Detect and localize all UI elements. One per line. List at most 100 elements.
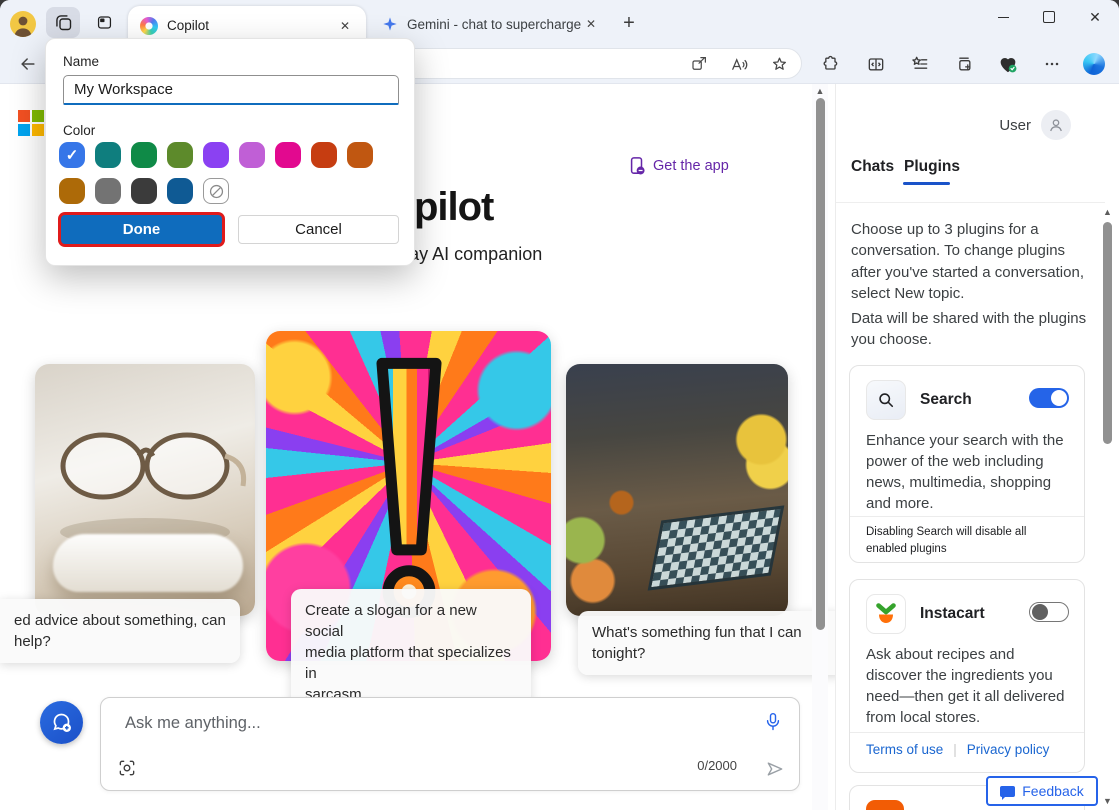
minimize-button[interactable] [982, 2, 1024, 32]
cancel-button[interactable]: Cancel [238, 215, 399, 244]
link-separator: | [953, 742, 957, 757]
visual-search-icon [117, 758, 137, 778]
color-swatch[interactable] [311, 142, 337, 168]
color-swatch[interactable] [167, 142, 193, 168]
user-account[interactable]: User [999, 110, 1071, 140]
color-swatch-selected[interactable]: ✓ [59, 142, 85, 168]
user-label: User [999, 117, 1031, 134]
plugin-description: Ask about recipes and discover the ingre… [866, 644, 1070, 728]
color-swatch[interactable] [131, 178, 157, 204]
active-tab-indicator [903, 182, 950, 185]
copilot-icon [1083, 53, 1105, 75]
mouse-object [53, 534, 243, 592]
workspaces-icon [53, 12, 74, 33]
person-icon [1047, 116, 1065, 134]
tab-close-icon[interactable]: ✕ [582, 15, 600, 33]
tab-actions-button[interactable] [90, 9, 118, 36]
favorite-button[interactable] [767, 52, 791, 76]
kayak-icon: K [866, 800, 904, 810]
maximize-button[interactable] [1028, 2, 1070, 32]
read-aloud-button[interactable] [727, 52, 751, 76]
workspace-edit-popup: Name Color ✓ Done Cancel [45, 38, 415, 266]
scroll-up-icon[interactable]: ▲ [816, 86, 825, 96]
char-counter: 0/2000 [697, 758, 737, 773]
terms-of-use-link[interactable]: Terms of use [866, 742, 943, 757]
split-screen-button[interactable] [864, 52, 888, 76]
toggle-knob [1032, 604, 1048, 620]
new-tab-button[interactable]: + [616, 10, 642, 36]
collections-button[interactable] [952, 52, 976, 76]
panel-scrollbar[interactable]: ▲ ▼ [1100, 204, 1115, 810]
color-swatch[interactable] [347, 142, 373, 168]
tab-chats[interactable]: Chats [851, 158, 894, 176]
instacart-plugin-icon-box [866, 594, 906, 634]
feedback-button[interactable]: Feedback [986, 776, 1098, 806]
workspace-name-input[interactable] [63, 75, 399, 105]
tab-close-icon[interactable]: ✕ [336, 17, 354, 35]
get-the-app-link[interactable]: Get the app [628, 156, 729, 176]
gemini-favicon [382, 16, 398, 32]
tab-title: Gemini - chat to supercharge yo [407, 17, 582, 32]
workspaces-button[interactable] [46, 7, 80, 38]
plugin-card-instacart: Instacart Ask about recipes and discover… [849, 579, 1085, 773]
main-scrollbar[interactable]: ▲ [812, 84, 828, 810]
color-swatch[interactable] [203, 142, 229, 168]
color-swatch[interactable] [95, 178, 121, 204]
copilot-sidebar-button[interactable] [1082, 52, 1106, 76]
prompt-card-image[interactable] [566, 364, 788, 616]
no-color-swatch[interactable] [203, 178, 229, 204]
feedback-label: Feedback [1022, 783, 1083, 799]
back-button[interactable] [16, 52, 40, 76]
feedback-bubble-icon [1000, 786, 1015, 797]
color-row-1: ✓ [59, 142, 373, 168]
color-swatch[interactable] [239, 142, 265, 168]
plugin-card-search: Search Enhance your search with the powe… [849, 365, 1085, 563]
prompt-card-image[interactable] [35, 364, 255, 616]
prompt-card-text[interactable]: What's something fun that I can tonight? [578, 611, 835, 675]
instacart-toggle[interactable] [1029, 602, 1069, 622]
search-toggle[interactable] [1029, 388, 1069, 408]
tab-actions-icon [95, 13, 114, 32]
user-avatar[interactable] [1041, 110, 1071, 140]
color-swatch[interactable] [95, 142, 121, 168]
color-swatch[interactable] [167, 178, 193, 204]
new-topic-button[interactable] [40, 701, 83, 744]
toggle-knob [1051, 390, 1067, 406]
extensions-button[interactable] [818, 52, 842, 76]
done-button[interactable]: Done [61, 215, 222, 244]
tab-gemini[interactable]: Gemini - chat to supercharge yo ✕ [374, 9, 608, 39]
send-button[interactable] [765, 759, 785, 779]
divider [850, 732, 1084, 733]
color-swatch[interactable] [131, 142, 157, 168]
back-icon [18, 54, 38, 74]
chat-input-box[interactable]: 0/2000 [100, 697, 800, 791]
favorites-list-button[interactable] [908, 52, 932, 76]
share-button[interactable] [687, 52, 711, 76]
privacy-policy-link[interactable]: Privacy policy [967, 742, 1050, 757]
kayak-plugin-icon-box: K [866, 800, 904, 810]
plugins-data-note: Data will be shared with the plugins you… [851, 308, 1091, 351]
close-button[interactable]: ✕ [1074, 2, 1116, 32]
profile-avatar[interactable] [10, 11, 36, 37]
search-plugin-icon-box [866, 380, 906, 420]
scrollbar-thumb[interactable] [1103, 222, 1112, 444]
browser-essentials-button[interactable] [996, 52, 1020, 76]
prompt-card-text[interactable]: ed advice about something, can help? [0, 599, 240, 663]
copilot-side-panel: User Chats Plugins Choose up to 3 plugin… [835, 84, 1119, 810]
color-swatch[interactable] [59, 178, 85, 204]
mic-button[interactable] [763, 711, 783, 733]
tab-plugins[interactable]: Plugins [904, 158, 960, 176]
scroll-up-icon[interactable]: ▲ [1103, 207, 1112, 217]
color-swatch[interactable] [275, 142, 301, 168]
new-chat-icon [50, 711, 74, 735]
ellipsis-icon [1042, 54, 1062, 74]
microsoft-logo[interactable] [18, 110, 44, 136]
scrollbar-thumb[interactable] [816, 98, 825, 630]
share-icon [690, 55, 708, 73]
settings-menu-button[interactable] [1040, 52, 1064, 76]
scroll-down-icon[interactable]: ▼ [1103, 796, 1112, 806]
minimize-icon [998, 17, 1009, 18]
visual-search-button[interactable] [117, 758, 137, 778]
color-row-2 [59, 178, 229, 204]
chat-input[interactable] [123, 713, 687, 734]
